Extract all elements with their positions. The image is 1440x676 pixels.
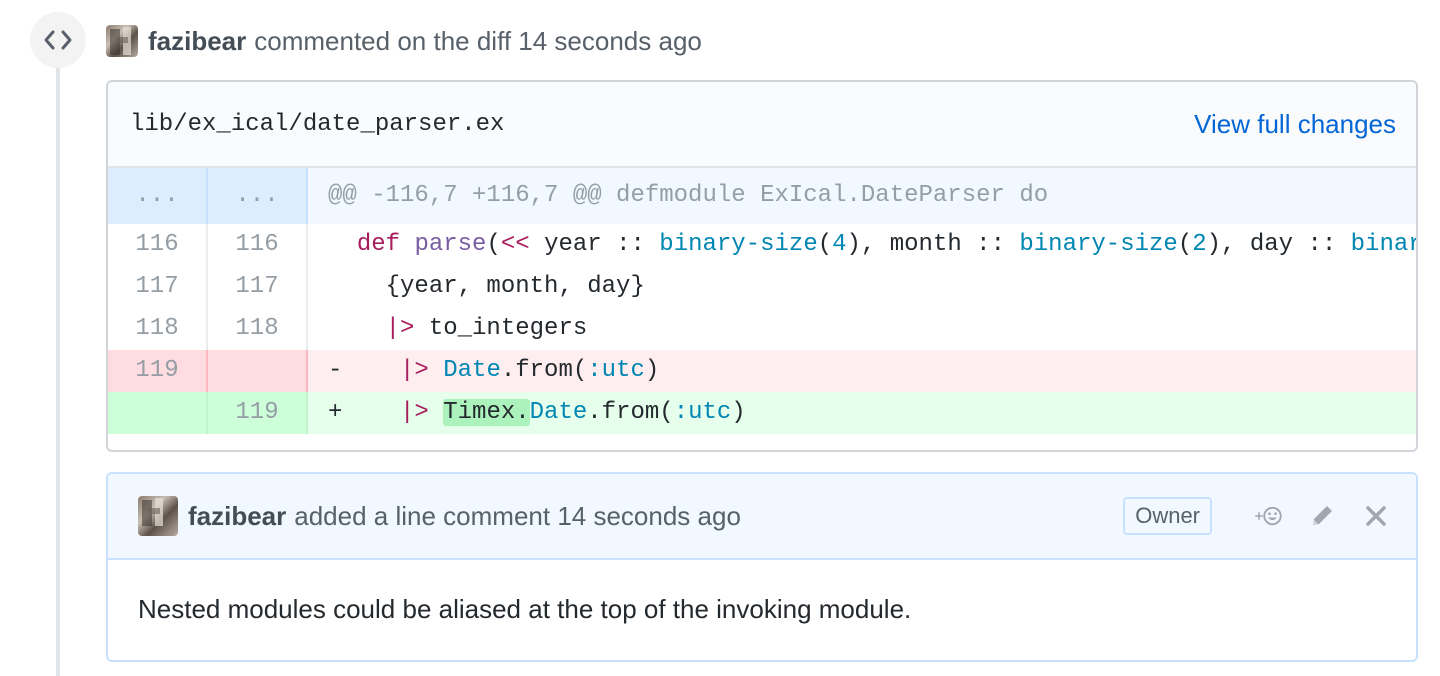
- hunk-header-text: @@ -116,7 +116,7 @@ defmodule ExIcal.Dat…: [328, 182, 1049, 209]
- diff-line: 116 116 def parse(<< year :: binary-size…: [108, 224, 1416, 266]
- event-header: fazibear commented on the diff 14 second…: [106, 24, 702, 58]
- file-header: lib/ex_ical/date_parser.ex View full cha…: [108, 82, 1416, 168]
- code-text: (: [1177, 231, 1193, 258]
- code-builtin: binary-size: [659, 231, 818, 258]
- code-builtin: binary-size(2)>>): [1350, 231, 1416, 258]
- diff-file-box: lib/ex_ical/date_parser.ex View full cha…: [106, 80, 1418, 452]
- new-line-number[interactable]: [208, 350, 308, 392]
- code-operator: |>: [400, 357, 429, 384]
- old-line-number[interactable]: 119: [108, 350, 208, 392]
- added-line: 119 + |> Timex.Date.from(:utc): [108, 392, 1416, 434]
- hunk-header-row: ... ... @@ -116,7 +116,7 @@ defmodule Ex…: [108, 168, 1416, 224]
- avatar[interactable]: [106, 25, 138, 57]
- new-line-number[interactable]: 116: [208, 224, 308, 266]
- code-text: year ::: [529, 231, 660, 258]
- code-text: ): [644, 357, 660, 384]
- timeline-line: [56, 60, 60, 676]
- code-line: + |> Timex.Date.from(:utc): [308, 392, 1416, 434]
- deletion-marker: -: [328, 357, 343, 384]
- edit-comment-button[interactable]: [1302, 496, 1342, 536]
- comment-action-text: added a line comment 14 seconds ago: [294, 500, 741, 531]
- add-reaction-icon: [1255, 506, 1282, 526]
- event-action-text: commented on the diff 14 seconds ago: [254, 25, 702, 56]
- code-module: Date: [443, 357, 501, 384]
- view-full-changes-link[interactable]: View full changes: [1194, 109, 1396, 140]
- old-line-number[interactable]: [108, 392, 208, 434]
- code-line: |> to_integers: [308, 308, 1416, 350]
- comment-body: Nested modules could be aliased at the t…: [138, 594, 912, 624]
- code-text: .from(: [500, 357, 588, 384]
- code-operator: |>: [385, 315, 415, 342]
- code-line: {year, month, day}: [328, 273, 645, 300]
- code-operator: <<: [500, 231, 530, 258]
- code-text: .from(: [587, 399, 674, 426]
- code-line: def parse(<< year :: binary-size(4), mon…: [308, 224, 1416, 266]
- old-line-number[interactable]: 118: [108, 308, 208, 350]
- code-text: ), month ::: [846, 231, 1020, 258]
- code-module: Date: [529, 399, 588, 426]
- addition-marker: +: [328, 399, 343, 426]
- code-highlight: Timex.: [443, 399, 530, 426]
- event-author-link[interactable]: fazibear: [148, 26, 246, 57]
- new-line-number[interactable]: 118: [208, 308, 308, 350]
- line-comment: fazibear added a line comment 14 seconds…: [106, 472, 1418, 662]
- file-path: lib/ex_ical/date_parser.ex: [130, 110, 505, 138]
- code-line: - |> Date.from(:utc): [308, 350, 1416, 392]
- diff-line: 117 117 {year, month, day}: [108, 266, 1416, 308]
- code-function: parse: [414, 231, 487, 258]
- avatar[interactable]: [138, 496, 178, 536]
- code-keyword: def: [356, 231, 401, 258]
- comment-author-link[interactable]: fazibear: [188, 501, 286, 532]
- code-operator: |>: [400, 399, 429, 426]
- code-atom: :utc: [587, 357, 645, 384]
- diff-line: 118 118 |> to_integers: [108, 308, 1416, 350]
- code-atom: :utc: [673, 399, 732, 426]
- code-builtin: binary-size: [1019, 231, 1178, 258]
- code-text: ): [731, 399, 746, 426]
- pencil-icon: [1313, 506, 1332, 525]
- delete-comment-button[interactable]: [1356, 496, 1396, 536]
- code-icon: [44, 30, 72, 50]
- new-line-number[interactable]: 117: [208, 266, 308, 308]
- code-number: 2: [1192, 231, 1207, 258]
- new-line-number[interactable]: 119: [208, 392, 308, 434]
- code-text: (: [486, 231, 501, 258]
- code-number: 4: [832, 231, 847, 258]
- code-event-badge: [30, 12, 86, 68]
- hunk-expand-old[interactable]: ...: [108, 168, 208, 224]
- comment-header: fazibear added a line comment 14 seconds…: [108, 474, 1416, 560]
- deleted-line: 119 - |> Date.from(:utc): [108, 350, 1416, 392]
- close-icon: [1366, 506, 1386, 526]
- old-line-number[interactable]: 116: [108, 224, 208, 266]
- hunk-expand-new[interactable]: ...: [208, 168, 308, 224]
- owner-badge: Owner: [1123, 497, 1212, 535]
- old-line-number[interactable]: 117: [108, 266, 208, 308]
- add-reaction-button[interactable]: [1248, 496, 1288, 536]
- code-text: to_integers: [414, 315, 588, 342]
- code-text: (: [817, 231, 833, 258]
- code-text: ), day ::: [1206, 231, 1351, 258]
